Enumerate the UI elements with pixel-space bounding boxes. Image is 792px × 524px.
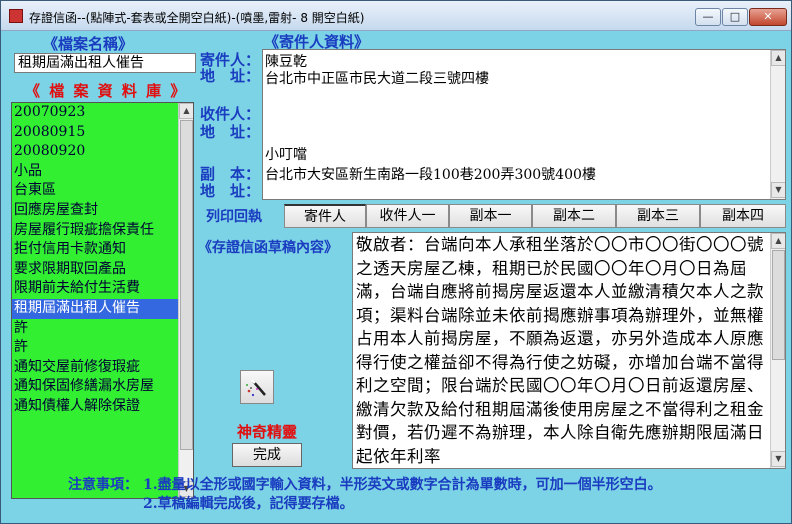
scroll-thumb[interactable] xyxy=(180,120,193,450)
done-button[interactable]: 完成 xyxy=(232,443,302,467)
tab-sender[interactable]: 寄件人 xyxy=(284,204,366,228)
magic-wizard-label[interactable]: 神奇精靈 xyxy=(237,421,297,442)
notice-line-1: 1.盡量以全形或國字輸入資料，半形英文或數字合計為單數時，可加一個半形空白。 xyxy=(143,477,662,493)
scroll-thumb[interactable] xyxy=(772,250,785,360)
notice-title: 注意事項： xyxy=(68,477,138,493)
list-item[interactable]: 20070923 xyxy=(12,103,178,123)
scroll-up-arrow-icon[interactable]: ▲ xyxy=(179,103,193,119)
filename-input[interactable]: 租期屆滿出租人催告 xyxy=(14,53,196,73)
list-item[interactable]: 通知交屋前修復瑕疵 xyxy=(12,358,178,378)
recipient-name: 小叮噹 xyxy=(265,147,307,163)
list-item[interactable]: 限期前夫給付生活費 xyxy=(12,279,178,299)
app-icon xyxy=(9,9,23,23)
minimize-button[interactable]: — xyxy=(695,8,721,26)
recipient-address: 台北市大安區新生南路一段100巷200弄300號400樓 xyxy=(265,167,596,183)
list-item[interactable]: 20080920 xyxy=(12,142,178,162)
library-scrollbar[interactable]: ▲ ▼ xyxy=(178,103,193,498)
main-content: 《檔案名稱》 租期屆滿出租人催告 《 檔 案 資 料 庫 》 20070923 2… xyxy=(5,31,789,521)
tab-recipient-1[interactable]: 收件人一 xyxy=(366,204,449,228)
window-title: 存證信函--(點陣式-套表或全開空白紙)-(噴墨,雷射- 8 開空白紙) xyxy=(29,11,365,25)
recipient-address-label: 地 址： xyxy=(200,123,261,141)
filename-label: 《檔案名稱》 xyxy=(43,35,134,53)
list-item[interactable]: 要求限期取回產品 xyxy=(12,260,178,280)
tab-cc-3[interactable]: 副本三 xyxy=(616,204,700,228)
list-item[interactable]: 20080915 xyxy=(12,123,178,143)
tab-cc-2[interactable]: 副本二 xyxy=(532,204,616,228)
draft-label: 《存證信函草稿內容》 xyxy=(198,240,338,256)
file-library-list[interactable]: 20070923 20080915 20080920 小品 台東區 回應房屋查封 房屋履行瑕… xyxy=(11,102,194,499)
scroll-down-arrow-icon[interactable]: ▼ xyxy=(771,182,785,198)
magic-wand-icon xyxy=(246,379,266,397)
list-item[interactable]: 小品 xyxy=(12,162,178,182)
sender-address-label: 地 址： xyxy=(200,67,261,85)
sender-address: 台北市中正區市民大道二段三號四樓 xyxy=(265,71,489,87)
list-item[interactable]: 許 xyxy=(12,319,178,339)
party-info-textarea[interactable]: 陳豆乾 台北市中正區市民大道二段三號四樓 小叮噹 台北市大安區新生南路一段100… xyxy=(262,49,786,200)
notice-line-2: 2.草稿編輯完成後，記得要存檔。 xyxy=(143,496,354,512)
scroll-down-arrow-icon[interactable]: ▼ xyxy=(771,451,785,467)
title-bar: 存證信函--(點陣式-套表或全開空白紙)-(噴墨,雷射- 8 開空白紙) — □… xyxy=(1,1,791,31)
list-item[interactable]: 許 xyxy=(12,338,178,358)
tab-cc-4[interactable]: 副本四 xyxy=(700,204,786,228)
list-item[interactable]: 通知債權人解除保證 xyxy=(12,397,178,417)
close-button[interactable]: ✕ xyxy=(749,8,787,26)
tab-cc-1[interactable]: 副本一 xyxy=(449,204,532,228)
list-item[interactable]: 租期屆滿出租人催告 xyxy=(12,298,178,319)
scroll-up-arrow-icon[interactable]: ▲ xyxy=(771,233,785,249)
list-item[interactable]: 回應房屋查封 xyxy=(12,201,178,221)
list-item[interactable]: 房屋履行瑕疵擔保責任 xyxy=(12,221,178,241)
list-item[interactable]: 台東區 xyxy=(12,181,178,201)
cc-address-label: 地 址： xyxy=(200,182,261,200)
print-receipt-label: 列印回執 xyxy=(206,209,262,225)
party-scrollbar[interactable]: ▲ ▼ xyxy=(770,50,785,199)
draft-textarea[interactable]: 敬啟者：台端向本人承租坐落於〇〇市〇〇街〇〇〇號之透天房屋乙棟，租期已於民國〇〇… xyxy=(352,232,786,469)
library-label: 《 檔 案 資 料 庫 》 xyxy=(25,82,188,100)
app-window: 存證信函--(點陣式-套表或全開空白紙)-(噴墨,雷射- 8 開空白紙) — □… xyxy=(0,0,792,524)
list-item[interactable]: 拒付信用卡款通知 xyxy=(12,240,178,260)
list-item[interactable]: 通知保固修繕漏水房屋 xyxy=(12,377,178,397)
maximize-button[interactable]: □ xyxy=(722,8,748,26)
draft-scrollbar[interactable]: ▲ ▼ xyxy=(770,233,785,468)
draft-text: 敬啟者：台端向本人承租坐落於〇〇市〇〇街〇〇〇號之透天房屋乙棟，租期已於民國〇〇… xyxy=(356,235,764,466)
scroll-up-arrow-icon[interactable]: ▲ xyxy=(771,50,785,66)
magic-wizard-button[interactable] xyxy=(240,370,274,404)
file-library-items: 20070923 20080915 20080920 小品 台東區 回應房屋查封 房屋履行瑕… xyxy=(12,103,178,498)
